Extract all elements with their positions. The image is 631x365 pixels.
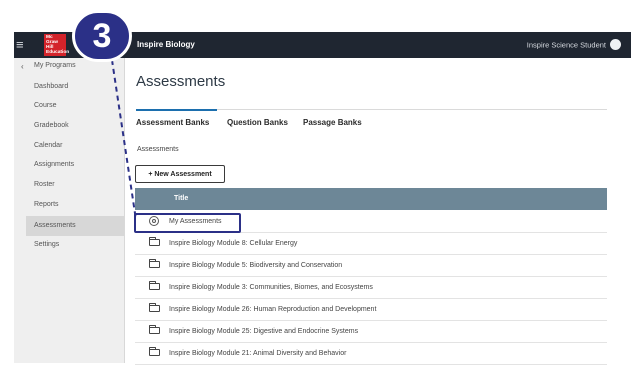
folder-icon	[149, 237, 160, 246]
sidebar-item-dashboard[interactable]: Dashboard	[34, 83, 68, 90]
user-avatar-icon[interactable]	[610, 39, 621, 50]
folder-icon	[149, 325, 160, 334]
row-label[interactable]: Inspire Biology Module 5: Biodiversity a…	[169, 262, 342, 269]
sidebar-item-my-programs[interactable]: My Programs	[34, 62, 76, 69]
folder-icon	[149, 347, 160, 356]
page-title: Assessments	[136, 73, 226, 90]
row-label[interactable]: Inspire Biology Module 25: Digestive and…	[169, 328, 358, 335]
row-label[interactable]: Inspire Biology Module 8: Cellular Energ…	[169, 240, 297, 247]
user-name: Inspire Science Student	[526, 40, 606, 50]
breadcrumb[interactable]: Assessments	[137, 146, 179, 153]
table-row[interactable]: Inspire Biology Module 25: Digestive and…	[135, 321, 607, 343]
sidebar-item-calendar[interactable]: Calendar	[34, 142, 62, 149]
table-row[interactable]: Inspire Biology Module 8: Cellular Energ…	[135, 233, 607, 255]
step-number-badge: 3	[72, 10, 132, 62]
tab-assessment-banks[interactable]: Assessment Banks	[136, 118, 209, 127]
sidebar: ‹ My Programs Dashboard Course Gradebook…	[14, 58, 125, 363]
main-content: Assessments Assessment Banks Question Ba…	[124, 58, 607, 365]
row-label[interactable]: Inspire Biology Module 26: Human Reprodu…	[169, 306, 376, 313]
sidebar-item-reports[interactable]: Reports	[34, 201, 59, 208]
tab-question-banks[interactable]: Question Banks	[227, 118, 288, 127]
table-row[interactable]: Inspire Biology Module 5: Biodiversity a…	[135, 255, 607, 277]
column-header-title[interactable]: Title	[174, 195, 188, 202]
row-label[interactable]: Inspire Biology Module 3: Communities, B…	[169, 284, 373, 291]
sidebar-item-course[interactable]: Course	[34, 102, 57, 109]
folder-icon	[149, 281, 160, 290]
mcgraw-hill-logo[interactable]: Mc Graw Hill Education	[44, 34, 70, 56]
new-assessment-button[interactable]: + New Assessment	[135, 165, 225, 183]
folder-icon	[149, 303, 160, 312]
sidebar-item-settings[interactable]: Settings	[34, 241, 59, 248]
table-row[interactable]: Inspire Biology Module 26: Human Reprodu…	[135, 299, 607, 321]
table-row[interactable]: Inspire Biology Module 21: Animal Divers…	[135, 343, 607, 365]
callout-highlight-box	[134, 213, 241, 233]
sidebar-item-assessments[interactable]: Assessments	[34, 222, 76, 229]
hamburger-menu-icon[interactable]: ≡	[16, 37, 24, 52]
user-menu[interactable]: Inspire Science Student	[526, 39, 621, 51]
active-tab-indicator	[136, 109, 217, 111]
chevron-left-icon[interactable]: ‹	[21, 62, 24, 71]
folder-icon	[149, 259, 160, 268]
sidebar-item-gradebook[interactable]: Gradebook	[34, 122, 69, 129]
sidebar-item-roster[interactable]: Roster	[34, 181, 55, 188]
table-row[interactable]: Inspire Biology Module 3: Communities, B…	[135, 277, 607, 299]
app-title: Inspire Biology	[137, 40, 195, 49]
sidebar-item-assignments[interactable]: Assignments	[34, 161, 74, 168]
logo-text: Mc Graw Hill Education	[46, 35, 70, 55]
row-label[interactable]: Inspire Biology Module 21: Animal Divers…	[169, 350, 346, 357]
tab-passage-banks[interactable]: Passage Banks	[303, 118, 362, 127]
table-header: Title	[135, 188, 607, 210]
